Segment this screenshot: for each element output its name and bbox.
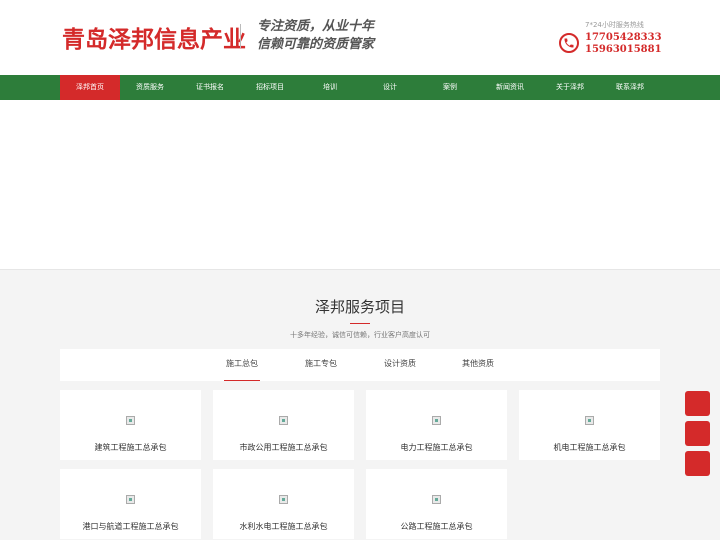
service-card[interactable]: 机电工程施工总承包 [519,390,660,460]
site-header: 青岛泽邦信息产业 专注资质，从业十年 信赖可靠的资质管家 7*24小时服务热线 … [0,0,720,75]
main-nav: 泽邦首页 资质服务 证书报名 招标项目 培训 设计 案例 新闻资讯 关于泽邦 联… [0,75,720,100]
hotline-label: 7*24小时服务热线 [585,21,644,29]
side-float-button-2[interactable] [685,421,710,446]
slogan-line-2: 信赖可靠的资质管家 [257,37,375,52]
service-card[interactable]: 市政公用工程施工总承包 [213,390,354,460]
card-image-icon [279,495,288,504]
card-image-icon [126,416,135,425]
phone-number-1[interactable]: 17705428333 [585,32,662,43]
side-float-button-3[interactable] [685,451,710,476]
card-label: 市政公用工程施工总承包 [239,443,328,452]
card-image-icon [585,416,594,425]
slogan-line-1: 专注资质，从业十年 [257,19,375,34]
slogan: 专注资质，从业十年 信赖可靠的资质管家 [257,18,374,54]
service-card[interactable]: 港口与航道工程施工总承包 [60,469,201,539]
nav-item-about[interactable]: 关于泽邦 [540,75,600,100]
card-image-icon [432,416,441,425]
title-underline [350,323,370,324]
card-image-icon [126,495,135,504]
phone-number-2[interactable]: 15963015881 [585,44,662,55]
service-card[interactable]: 水利水电工程施工总承包 [213,469,354,539]
tab-specialty-contracting[interactable]: 施工专包 [303,349,339,381]
header-divider [240,24,241,48]
service-card[interactable]: 建筑工程施工总承包 [60,390,201,460]
section-subtitle: 十多年经验，诚信可信赖，行业客户高度认可 [290,331,430,339]
service-tabs: 施工总包 施工专包 设计资质 其他资质 [60,349,660,381]
card-label: 电力工程施工总承包 [400,443,473,452]
card-label: 公路工程施工总承包 [400,522,473,531]
nav-item-news[interactable]: 新闻资讯 [480,75,540,100]
tab-other-qualification[interactable]: 其他资质 [460,349,496,381]
service-card[interactable]: 电力工程施工总承包 [366,390,507,460]
nav-item-bidding[interactable]: 招标项目 [240,75,300,100]
tab-design-qualification[interactable]: 设计资质 [382,349,418,381]
card-label: 建筑工程施工总承包 [94,443,167,452]
card-label: 机电工程施工总承包 [553,443,626,452]
card-image-icon [432,495,441,504]
section-title: 泽邦服务项目 [314,298,405,316]
nav-item-contact[interactable]: 联系泽邦 [600,75,660,100]
nav-item-design[interactable]: 设计 [360,75,420,100]
nav-item-certificate[interactable]: 证书报名 [180,75,240,100]
nav-item-training[interactable]: 培训 [300,75,360,100]
nav-item-home[interactable]: 泽邦首页 [60,75,120,100]
card-label: 水利水电工程施工总承包 [239,522,328,531]
banner-area [0,100,720,270]
card-image-icon [279,416,288,425]
side-float-button-1[interactable] [685,391,710,416]
nav-item-cases[interactable]: 案例 [420,75,480,100]
nav-item-qualification[interactable]: 资质服务 [120,75,180,100]
service-card[interactable]: 公路工程施工总承包 [366,469,507,539]
site-logo[interactable]: 青岛泽邦信息产业 [62,20,246,54]
phone-icon [559,33,579,53]
tab-general-contracting[interactable]: 施工总包 [224,349,260,381]
card-label: 港口与航道工程施工总承包 [82,522,179,531]
